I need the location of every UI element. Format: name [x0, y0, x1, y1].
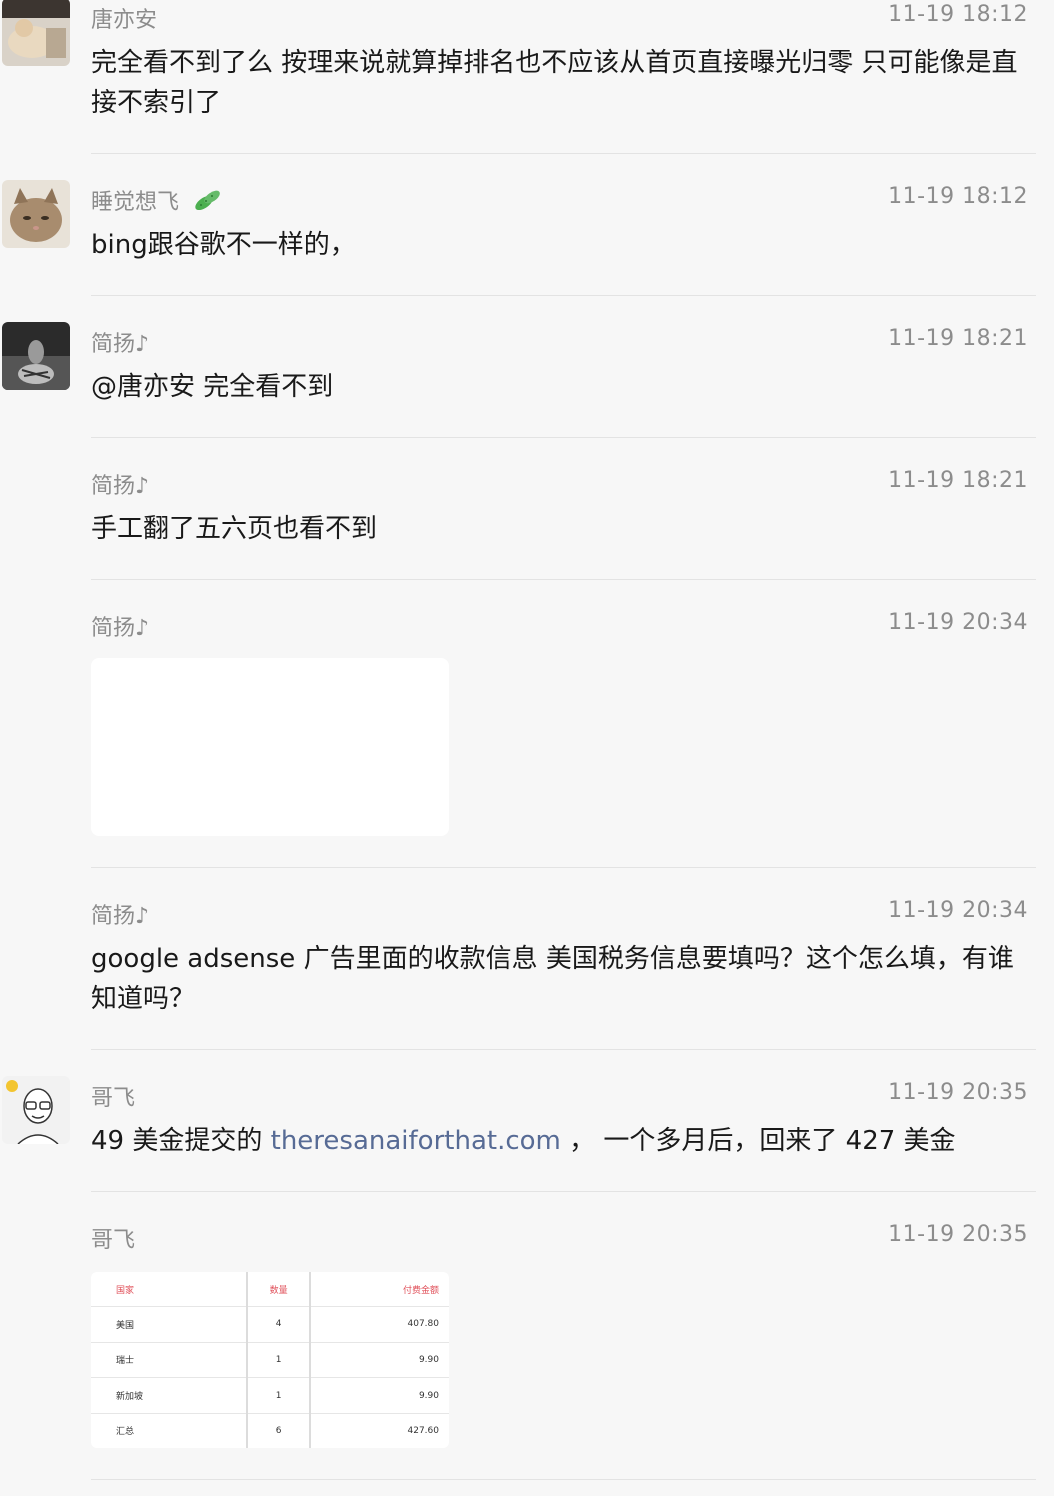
table-row: 美国 4 407.80 [91, 1306, 449, 1343]
message-time: 11-19 20:35 [888, 1080, 1028, 1105]
message-text: 完全看不到了么 按理来说就算掉排名也不应该从首页直接曝光归零 只可能像是直接不索… [91, 48, 1018, 118]
message-time: 11-19 18:12 [888, 2, 1028, 27]
table-header-row: 国家 数量 付费金额 [91, 1272, 449, 1307]
table-cell: 4 [246, 1306, 312, 1343]
message-time: 11-19 20:35 [888, 1222, 1028, 1247]
sender-name: 简扬♪ [91, 904, 150, 929]
message-text-after: ， 一个多月后，回来了 427 美金 [560, 1126, 956, 1156]
message-time: 11-19 18:21 [888, 468, 1028, 493]
message-text: @唐亦安 完全看不到 [91, 372, 334, 402]
sender-name: 睡觉想飞 [91, 184, 222, 221]
message-text-before: 49 美金提交的 [91, 1126, 271, 1156]
sender-name: 哥飞 [91, 1228, 136, 1253]
sender-name: 哥飞 [91, 1086, 136, 1111]
table-cell: 427.60 [407, 1425, 440, 1436]
avatar[interactable] [2, 1076, 70, 1144]
table-cell: 9.90 [310, 1342, 449, 1379]
sender-name: 简扬♪ [91, 616, 150, 641]
message-time: 11-19 18:21 [888, 326, 1028, 351]
table-cell: 新加坡 [91, 1377, 248, 1414]
sender-name: 简扬♪ [91, 332, 150, 357]
message-time: 11-19 18:12 [888, 184, 1028, 209]
message-time: 11-19 20:34 [888, 610, 1028, 635]
sender-name-label: 睡觉想飞 [91, 190, 180, 215]
divider [91, 153, 1036, 154]
divider [91, 1191, 1036, 1192]
sender-name: 唐亦安 [91, 8, 158, 33]
table-header: 付费金额 [310, 1272, 449, 1307]
table-cell: 1 [246, 1377, 312, 1414]
table-cell: 407.80 [310, 1306, 449, 1343]
divider [91, 295, 1036, 296]
divider [91, 867, 1036, 868]
message-text: 手工翻了五六页也看不到 [91, 514, 378, 544]
message-text: bing跟谷歌不一样的， [91, 230, 356, 260]
divider [91, 1479, 1036, 1480]
message-link[interactable]: theresanaiforthat.com [271, 1126, 561, 1156]
divider [91, 1049, 1036, 1050]
cucumber-icon [192, 185, 222, 221]
divider [91, 437, 1036, 438]
table-cell: 美国 [91, 1306, 248, 1343]
table-image: 国家 数量 付费金额 美国 4 407.80 瑞士 1 9.90 新加坡 1 9… [91, 1272, 449, 1448]
table-cell: 汇总 [91, 1413, 248, 1448]
table-header: 国家 [91, 1272, 248, 1307]
message-text: google adsense 广告里面的收款信息 美国税务信息要填吗？这个怎么填… [91, 944, 1014, 1014]
table-row: 瑞士 1 9.90 [91, 1342, 449, 1379]
table-cell: 1 [246, 1342, 312, 1379]
divider [91, 579, 1036, 580]
table-cell: 瑞士 [91, 1342, 248, 1379]
table-row: 汇总 6 427.60 [91, 1413, 449, 1448]
avatar[interactable] [2, 322, 70, 390]
message-image[interactable]: 国家 数量 付费金额 美国 4 407.80 瑞士 1 9.90 新加坡 1 9… [91, 1272, 449, 1448]
table-cell: 6 [246, 1413, 312, 1448]
avatar[interactable] [2, 180, 70, 248]
table-cell: 9.90 [310, 1377, 449, 1414]
table-header: 数量 [246, 1272, 312, 1307]
table-row: 新加坡 1 9.90 [91, 1377, 449, 1414]
message-image[interactable] [91, 658, 449, 836]
avatar[interactable] [2, 0, 70, 66]
message-text: 49 美金提交的 theresanaiforthat.com ， 一个多月后，回… [91, 1121, 1036, 1161]
message-time: 11-19 20:34 [888, 898, 1028, 923]
sender-name: 简扬♪ [91, 474, 150, 499]
